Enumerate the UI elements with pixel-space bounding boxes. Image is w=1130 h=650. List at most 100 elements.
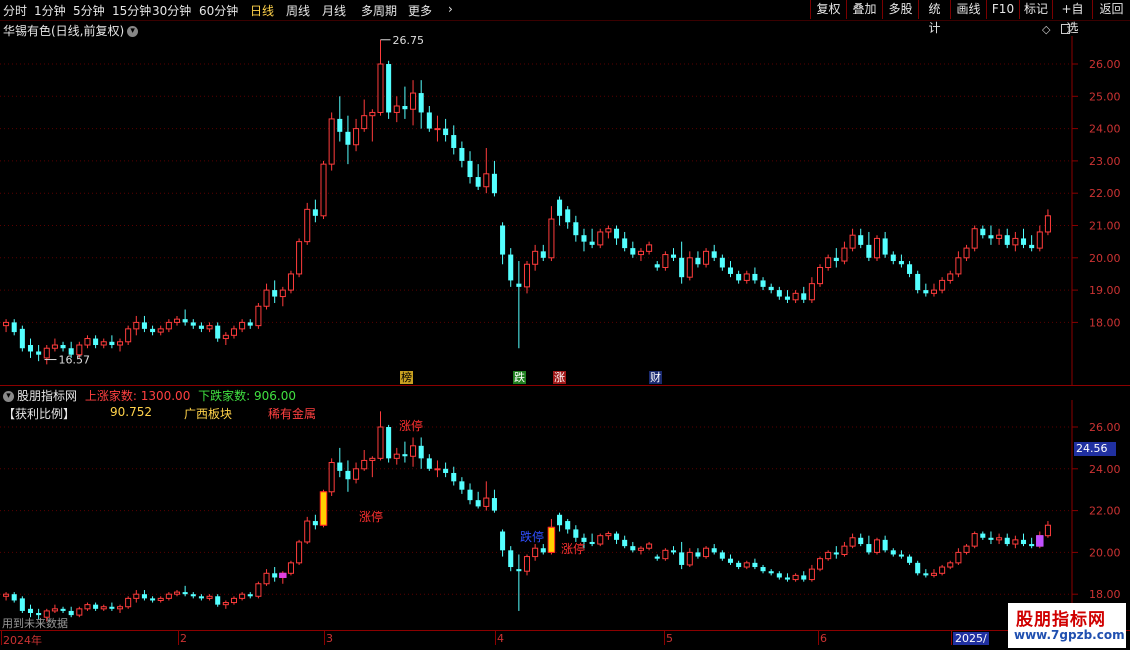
main-y-tick-label: 21.00	[1089, 220, 1121, 233]
period-tab-4[interactable]: 30分钟	[152, 2, 191, 19]
ind-candle	[971, 531, 978, 549]
toolbar-button-3[interactable]: 统计	[918, 0, 950, 35]
panel-divider	[0, 385, 1130, 386]
period-tab-0[interactable]: 分时	[3, 2, 27, 19]
main-candle	[980, 225, 986, 239]
main-candle	[337, 96, 343, 142]
toolbar-button-6[interactable]: 标记	[1019, 0, 1052, 19]
ind-candle	[1004, 533, 1010, 547]
collapse-icon[interactable]: ▾	[3, 391, 14, 402]
toolbar-button-5[interactable]: F10	[986, 0, 1019, 19]
x-axis-label-0: 2024年	[3, 634, 42, 647]
period-tab-9[interactable]: 多周期	[361, 2, 397, 19]
up-count: 上涨家数: 1300.00	[84, 389, 191, 403]
main-candle	[646, 241, 653, 255]
ind-candle	[996, 533, 1003, 545]
toolbar-button-2[interactable]: 多股	[882, 0, 918, 19]
main-candle	[523, 261, 531, 294]
event-tag-1[interactable]: 跌	[513, 371, 526, 384]
indicator-chart: 26.00 24.00 22.00 20.00 18.00	[0, 400, 1121, 630]
main-candle	[418, 80, 424, 129]
main-candle	[622, 231, 628, 252]
ind-candle	[369, 456, 376, 478]
period-tab-1[interactable]: 1分钟	[34, 2, 66, 19]
main-candle	[182, 309, 188, 326]
period-tab-7[interactable]: 周线	[286, 2, 310, 19]
main-candle	[377, 39, 384, 116]
ind-y-tick-label: 26.00	[1089, 421, 1121, 434]
ind-candle	[51, 604, 58, 614]
period-tab-10[interactable]: 更多	[408, 2, 432, 19]
period-tab-5[interactable]: 60分钟	[199, 2, 238, 19]
main-candle	[312, 199, 318, 223]
main-kline-chart: 26.00 25.00 24.00 23.00 22.00 21.00 20.00 19.00…	[0, 36, 1121, 386]
ind-candle	[890, 548, 896, 557]
main-candle	[955, 251, 962, 278]
ind-candle	[637, 546, 644, 555]
sector-label: 广西板块	[184, 407, 233, 421]
main-y-tick-label: 20.00	[1089, 252, 1121, 265]
main-candle	[109, 335, 115, 349]
period-tab-3[interactable]: 15分钟	[112, 2, 151, 19]
ind-candle	[157, 596, 164, 603]
ind-candle	[557, 512, 563, 532]
ind-y-tick-label: 22.00	[1089, 505, 1121, 518]
ind-candle	[386, 424, 392, 463]
main-candle	[402, 86, 408, 119]
x-axis-label-2: 3	[326, 632, 333, 645]
main-candle	[654, 261, 660, 271]
ind-candle	[312, 514, 318, 530]
main-candle	[882, 231, 888, 258]
event-tag-2[interactable]: 涨	[553, 371, 566, 384]
ind-candle	[695, 548, 701, 559]
ind-candle	[459, 477, 465, 494]
diamond-icon[interactable]: ◇	[1042, 23, 1050, 36]
ind-candle	[239, 592, 246, 601]
toolbar-button-0[interactable]: 复权	[810, 0, 846, 19]
ind-candle	[426, 454, 432, 471]
period-tab-2[interactable]: 5分钟	[73, 2, 105, 19]
chevron-right-icon[interactable]: ›	[448, 2, 453, 16]
main-candle	[467, 151, 473, 184]
event-tag-0[interactable]: 榜	[400, 371, 413, 384]
ind-candle	[930, 569, 938, 578]
event-tag-3[interactable]: 财	[649, 371, 662, 384]
ind-candle	[141, 590, 147, 601]
main-y-tick-label: 24.00	[1089, 123, 1121, 136]
main-candle	[825, 254, 832, 271]
main-candle	[581, 228, 587, 252]
toolbar-button-7[interactable]: +自选	[1052, 0, 1092, 35]
ind-candle	[882, 535, 888, 553]
main-candle	[353, 118, 360, 152]
main-candle	[426, 105, 432, 132]
main-candle	[898, 254, 904, 268]
ind-candle	[434, 460, 441, 478]
ind-candle	[752, 558, 758, 570]
ind-candle	[743, 560, 750, 570]
current-price-label: 24.56	[1074, 442, 1116, 456]
main-candle	[662, 251, 669, 271]
toolbar-button-4[interactable]: 画线	[950, 0, 986, 19]
period-tab-8[interactable]: 月线	[322, 2, 346, 19]
ind-candle	[540, 544, 546, 555]
limit-annotation-2: 跌停	[520, 530, 545, 544]
main-candle	[532, 244, 539, 271]
main-candle	[752, 267, 758, 284]
ind-candle	[337, 447, 343, 478]
main-candle	[890, 251, 896, 265]
period-tab-6[interactable]: 日线	[250, 2, 274, 19]
main-y-tick-label: 18.00	[1089, 316, 1121, 329]
main-candle	[328, 112, 335, 171]
main-candle	[386, 60, 392, 119]
x-axis-label-3: 4	[497, 632, 504, 645]
toolbar-button-8[interactable]: 返回	[1092, 0, 1130, 19]
toolbar-button-1[interactable]: 叠加	[846, 0, 882, 19]
main-candle	[255, 303, 262, 329]
ind-candle	[679, 541, 685, 570]
main-candle	[173, 315, 181, 326]
main-candle	[605, 225, 612, 239]
limit-highlight-bar	[319, 491, 328, 526]
window-icon[interactable]	[1061, 24, 1070, 34]
ind-candle	[508, 546, 514, 572]
ind-candle	[125, 596, 132, 609]
